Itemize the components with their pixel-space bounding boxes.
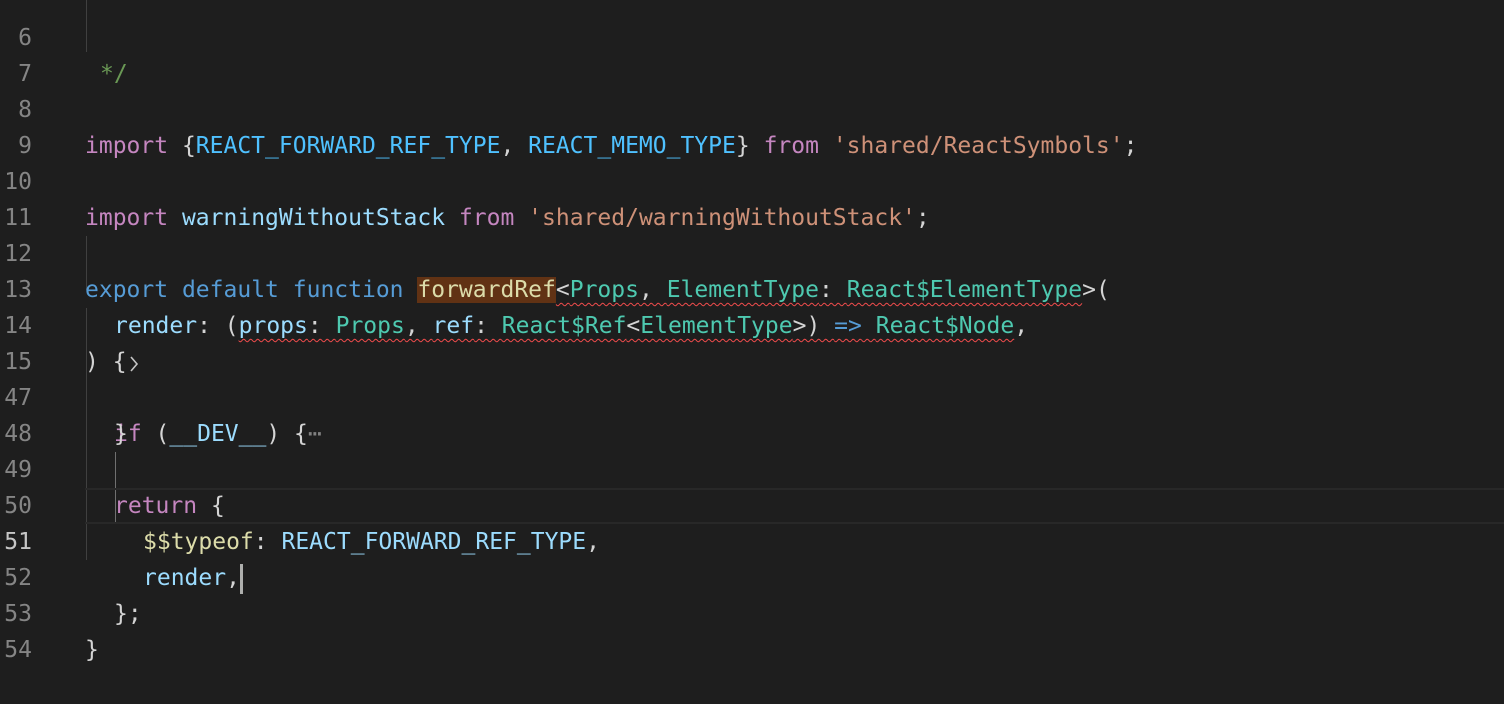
code-editor[interactable]: 6 */ 7 8 import {REACT_FORWARD_REF_TYPE,… (0, 0, 1504, 663)
code-line[interactable]: 54 (0, 596, 1504, 663)
code-line[interactable]: 9 (0, 92, 1504, 159)
code-line[interactable]: 47 } (0, 344, 1504, 447)
code-line[interactable]: 49 return { (0, 416, 1504, 519)
code-line[interactable]: 14 ) { (0, 272, 1504, 375)
code-line[interactable]: 13 render: (props: Props, ref: React$Ref… (0, 236, 1504, 339)
code-line[interactable]: 50 $$typeof: REACT_FORWARD_REF_TYPE, (0, 452, 1504, 555)
line-number: 54 (4, 637, 32, 663)
code-line[interactable]: 8 import {REACT_FORWARD_REF_TYPE, REACT_… (0, 56, 1504, 159)
code-line[interactable]: 7 (0, 20, 1504, 87)
code-line[interactable]: 53 } (0, 560, 1504, 663)
code-line[interactable]: 11 (0, 164, 1504, 231)
code-line[interactable]: 48 (0, 380, 1504, 447)
code-line[interactable]: 52 }; (0, 524, 1504, 627)
code-line-folded[interactable]: 15 if (__DEV__) {⋯ (0, 308, 1504, 447)
code-line[interactable]: 6 */ (0, 0, 1504, 87)
code-line-active[interactable]: 51 render, (0, 488, 1504, 594)
code-line[interactable]: 12 export default function forwardRef<Pr… (0, 200, 1504, 303)
code-line[interactable]: 10 import warningWithoutStack from 'shar… (0, 128, 1504, 231)
